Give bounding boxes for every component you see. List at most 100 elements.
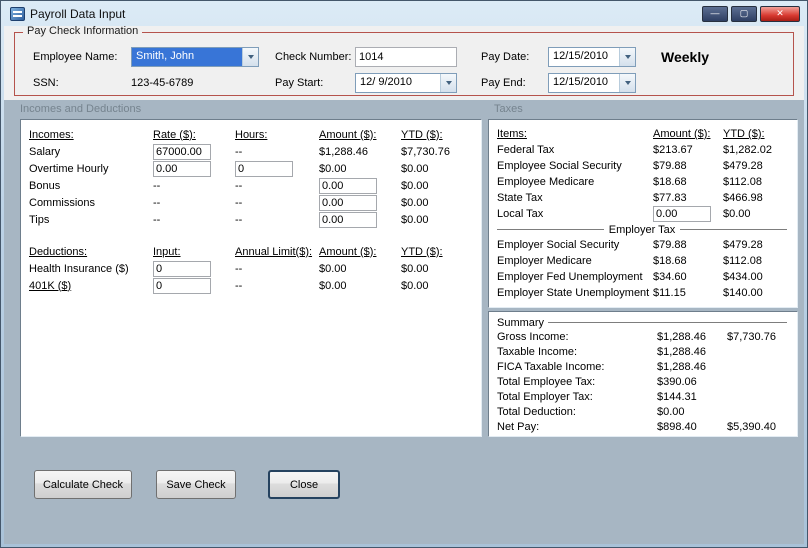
chevron-down-icon — [624, 81, 631, 85]
summary-ytd: $5,390.40 — [727, 420, 776, 433]
income-row-bonus: Bonus -- -- $0.00 — [29, 177, 477, 194]
tax-row-employer-medicare: Employer Medicare $18.68 $112.08 — [497, 253, 793, 269]
pay-start-picker[interactable]: 12/ 9/2010 — [355, 73, 457, 93]
check-number-input[interactable] — [355, 47, 457, 67]
income-hours: -- — [235, 196, 243, 209]
ssn-value: 123-45-6789 — [131, 77, 194, 89]
pay-date-label: Pay Date: — [481, 51, 530, 63]
tax-amount: $79.88 — [653, 239, 687, 251]
chevron-down-icon — [445, 81, 452, 85]
chevron-down-icon[interactable] — [619, 74, 635, 92]
deductions-header-amount: Amount ($): — [319, 245, 377, 258]
divider-line — [548, 322, 787, 323]
tax-ytd: $466.98 — [723, 192, 763, 204]
chevron-down-icon[interactable] — [619, 48, 635, 66]
401k-input[interactable] — [153, 277, 211, 294]
maximize-button[interactable]: ▢ — [731, 6, 757, 22]
tips-amount-input[interactable] — [319, 211, 377, 228]
check-number-label: Check Number: — [275, 51, 352, 63]
minimize-button[interactable]: — — [702, 6, 728, 22]
health-insurance-input[interactable] — [153, 260, 211, 277]
salary-rate-input[interactable] — [153, 143, 211, 160]
titlebar: Payroll Data Input — ▢ ✕ — [4, 4, 804, 26]
calculate-check-button[interactable]: Calculate Check — [34, 470, 132, 499]
local-tax-input[interactable] — [653, 206, 711, 222]
tax-ytd: $479.28 — [723, 160, 763, 172]
pay-end-value: 12/15/2010 — [553, 76, 609, 88]
incomes-deductions-panel: Incomes: Rate ($): Hours: Amount ($): YT… — [20, 119, 482, 437]
employee-name-select[interactable]: Smith, John — [131, 47, 259, 67]
tax-amount: $79.88 — [653, 160, 687, 172]
tax-row-employee-ss: Employee Social Security $79.88 $479.28 — [497, 158, 793, 174]
taxes-header-row: Items: Amount ($): YTD ($): — [497, 126, 793, 142]
summary-label: Gross Income: — [497, 330, 569, 343]
tax-row-local: Local Tax $0.00 — [497, 206, 793, 222]
paycheck-group-title: Pay Check Information — [23, 26, 143, 37]
income-row-overtime: Overtime Hourly $0.00 $0.00 — [29, 160, 477, 177]
deduction-limit: -- — [235, 262, 243, 275]
summary-row-employer-tax: Total Employer Tax: $144.31 — [497, 389, 793, 404]
summary-amount: $898.40 — [657, 420, 697, 433]
deduction-amount: $0.00 — [319, 279, 347, 292]
summary-label: FICA Taxable Income: — [497, 360, 605, 373]
chevron-down-icon — [624, 55, 631, 59]
income-amount: $1,288.46 — [319, 145, 368, 158]
tax-ytd: $112.08 — [723, 255, 762, 267]
tax-ytd: $434.00 — [723, 271, 763, 283]
employee-name-label: Employee Name: — [33, 51, 118, 63]
tax-amount: $213.67 — [653, 144, 693, 156]
income-ytd: $0.00 — [401, 162, 429, 175]
income-ytd: $7,730.76 — [401, 145, 450, 158]
commissions-amount-input[interactable] — [319, 194, 377, 211]
income-label: Commissions — [29, 196, 96, 209]
incomes-header-row: Incomes: Rate ($): Hours: Amount ($): YT… — [29, 126, 477, 143]
overtime-hours-input[interactable] — [235, 160, 293, 177]
ssn-label: SSN: — [33, 77, 59, 89]
income-rate: -- — [153, 196, 161, 209]
taxes-header-items: Items: — [497, 128, 527, 140]
summary-amount: $1,288.46 — [657, 330, 706, 343]
close-button[interactable]: Close — [268, 470, 340, 499]
income-amount: $0.00 — [319, 162, 347, 175]
tax-ytd: $140.00 — [723, 287, 763, 299]
deduction-amount: $0.00 — [319, 262, 347, 275]
income-hours: -- — [235, 179, 243, 192]
incomes-header-amount: Amount ($): — [319, 128, 377, 141]
tax-ytd: $1,282.02 — [723, 144, 772, 156]
summary-amount: $390.06 — [657, 375, 697, 388]
tax-row-employer-fed-unemployment: Employer Fed Unemployment $34.60 $434.00 — [497, 269, 793, 285]
summary-label: Total Employee Tax: — [497, 375, 596, 388]
deductions-header-limit: Annual Limit($): — [235, 245, 313, 258]
pay-start-value: 12/ 9/2010 — [360, 76, 412, 88]
incomes-header-rate: Rate ($): — [153, 128, 196, 141]
chevron-down-icon[interactable] — [440, 74, 456, 92]
pay-date-picker[interactable]: 12/15/2010 — [548, 47, 636, 67]
bonus-amount-input[interactable] — [319, 177, 377, 194]
deduction-label: Health Insurance ($) — [29, 262, 129, 275]
save-check-button[interactable]: Save Check — [156, 470, 236, 499]
income-ytd: $0.00 — [401, 179, 429, 192]
tax-ytd: $479.28 — [723, 239, 763, 251]
summary-title: Summary — [497, 316, 545, 329]
tax-label: Employer State Unemployment — [497, 287, 650, 299]
overtime-rate-input[interactable] — [153, 160, 211, 177]
divider-line — [497, 229, 604, 230]
income-row-commissions: Commissions -- -- $0.00 — [29, 194, 477, 211]
close-window-button[interactable]: ✕ — [760, 6, 800, 22]
tax-label: State Tax — [497, 192, 543, 204]
pay-end-picker[interactable]: 12/15/2010 — [548, 73, 636, 93]
chevron-down-icon[interactable] — [242, 48, 258, 66]
deduction-ytd: $0.00 — [401, 279, 429, 292]
summary-row-employee-tax: Total Employee Tax: $390.06 — [497, 374, 793, 389]
summary-row-deduction: Total Deduction: $0.00 — [497, 404, 793, 419]
summary-row-fica: FICA Taxable Income: $1,288.46 — [497, 359, 793, 374]
window-body: Pay Check Information Employee Name: Smi… — [4, 26, 804, 544]
pay-end-label: Pay End: — [481, 77, 526, 89]
tax-amount: $11.15 — [653, 287, 686, 299]
deduction-row-401k: 401K ($) -- $0.00 $0.00 — [29, 277, 477, 294]
tax-amount: $18.68 — [653, 255, 687, 267]
summary-panel: Summary Gross Income: $1,288.46 $7,730.7… — [488, 311, 798, 437]
tax-label: Employer Medicare — [497, 255, 592, 267]
income-hours: -- — [235, 145, 243, 158]
